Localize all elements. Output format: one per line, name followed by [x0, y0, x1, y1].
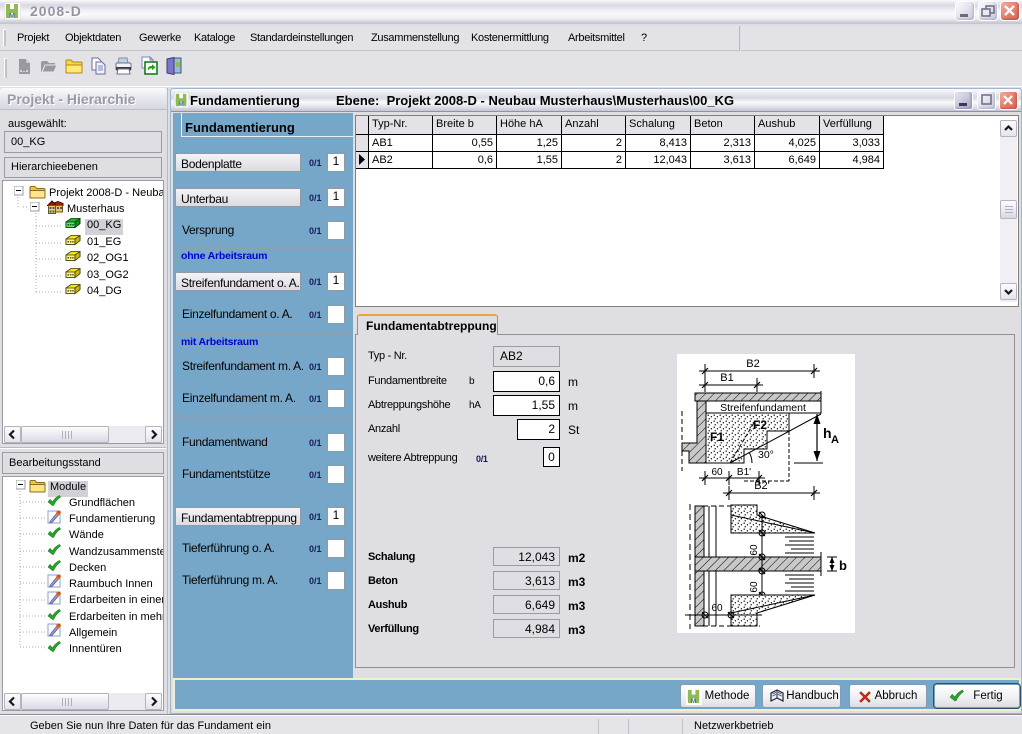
svg-text:B2': B2': [754, 480, 770, 492]
svg-text:M: M: [178, 101, 183, 108]
svg-text:M: M: [691, 698, 697, 705]
svg-text:60: 60: [711, 603, 723, 614]
svg-text:F1: F1: [710, 430, 724, 444]
svg-text:F2: F2: [753, 418, 767, 432]
svg-text:30°: 30°: [758, 449, 774, 461]
svg-text:60: 60: [711, 467, 723, 478]
svg-text:B1': B1': [737, 467, 751, 478]
svg-text:M: M: [9, 13, 15, 20]
svg-text:60: 60: [749, 544, 760, 556]
svg-text:B2: B2: [746, 358, 759, 370]
svg-text:b: b: [839, 558, 847, 573]
svg-text:60: 60: [749, 581, 760, 593]
svg-text:Streifenfundament: Streifenfundament: [720, 402, 806, 414]
svg-text:B1: B1: [720, 372, 733, 384]
svg-text:A: A: [831, 434, 839, 446]
